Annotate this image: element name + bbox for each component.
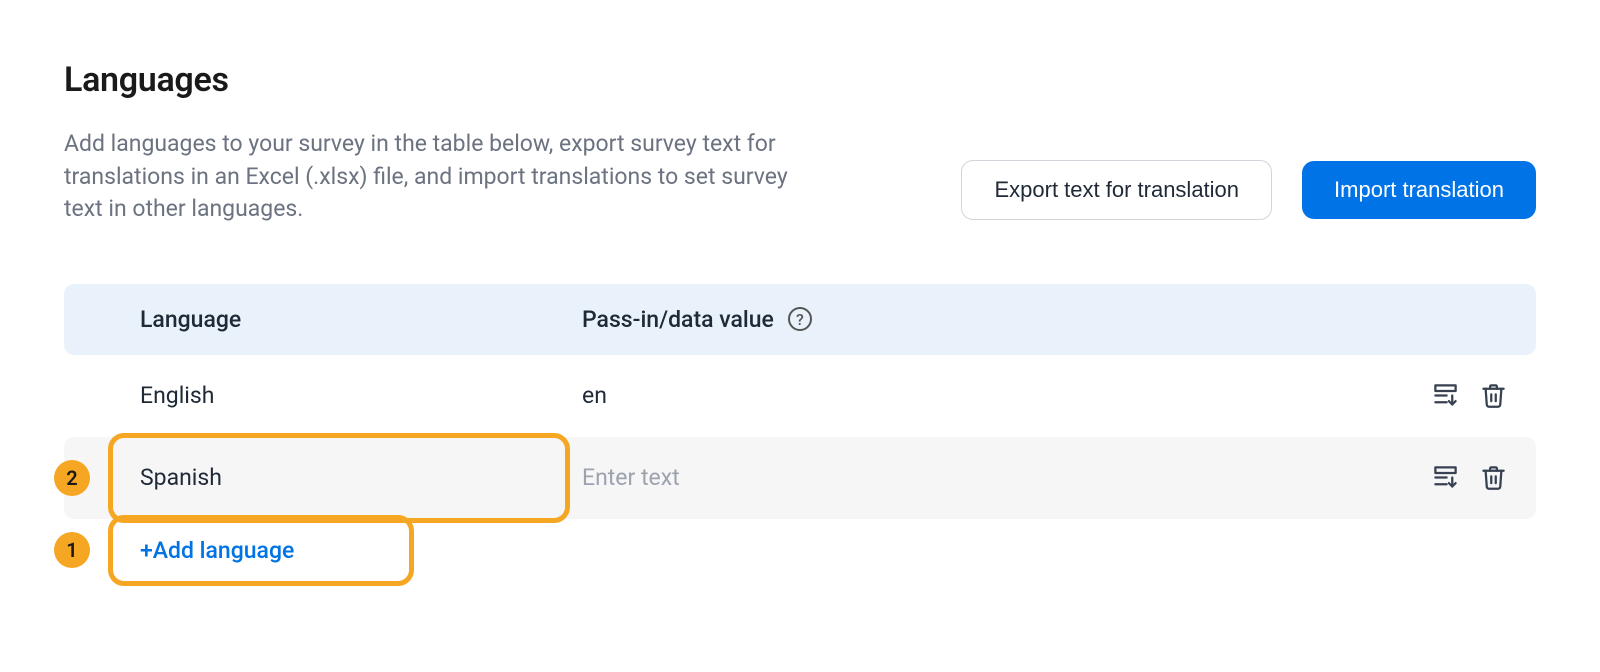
table-header: Language Pass-in/data value ? [64,284,1536,355]
page-description: Add languages to your survey in the tabl… [64,128,804,226]
header-row: Languages Add languages to your survey i… [64,60,1536,226]
value-cell[interactable]: Enter text [582,464,1430,491]
table-row: 2 Spanish Enter text [64,437,1536,519]
column-header-language: Language [140,306,582,333]
table-row: English en [64,355,1536,437]
language-cell[interactable]: English [140,382,582,409]
table-move-down-icon[interactable] [1430,381,1460,411]
export-button[interactable]: Export text for translation [961,160,1272,220]
column-header-value-label: Pass-in/data value [582,306,774,333]
action-buttons: Export text for translation Import trans… [961,160,1536,220]
help-icon[interactable]: ? [788,307,812,331]
language-cell[interactable]: Spanish [140,464,582,491]
value-cell[interactable]: en [582,382,1430,409]
languages-panel: Languages Add languages to your survey i… [0,0,1600,672]
page-title: Languages [64,60,804,100]
row-actions [1430,463,1536,493]
table-move-down-icon[interactable] [1430,463,1460,493]
import-button[interactable]: Import translation [1302,161,1536,219]
languages-table: Language Pass-in/data value ? English en [64,284,1536,582]
trash-icon[interactable] [1478,381,1508,411]
header-text: Languages Add languages to your survey i… [64,60,804,226]
trash-icon[interactable] [1478,463,1508,493]
row-actions [1430,381,1536,411]
callout-badge-2: 2 [54,460,90,496]
add-language-button[interactable]: +Add language [140,537,294,564]
column-header-value: Pass-in/data value ? [582,306,1536,333]
callout-badge-1: 1 [54,532,90,568]
add-language-row: 1 +Add language [64,519,1536,582]
